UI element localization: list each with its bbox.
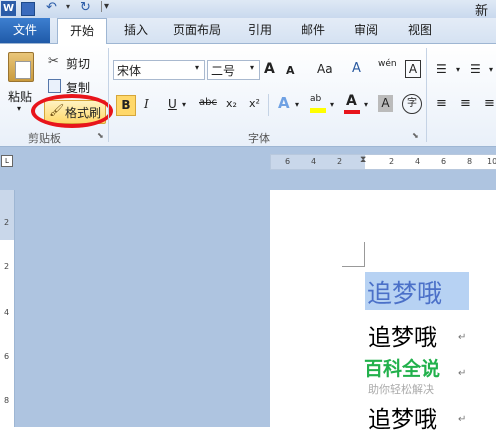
- clear-format-icon[interactable]: A: [352, 61, 361, 76]
- ruler-tick: 6: [4, 352, 10, 361]
- bullets-icon[interactable]: ☰: [436, 62, 447, 76]
- doc-line-1[interactable]: 追梦哦: [367, 274, 442, 310]
- tab-home[interactable]: 开始: [57, 18, 107, 44]
- ruler-tick: 2: [4, 262, 10, 271]
- strikethrough-button[interactable]: abc: [199, 97, 217, 108]
- ruler-tick: 2: [4, 218, 10, 227]
- font-color-icon[interactable]: A: [343, 93, 361, 115]
- undo-dropdown-icon[interactable]: ▾: [66, 2, 70, 11]
- char-border-icon[interactable]: A: [405, 60, 421, 78]
- undo-icon[interactable]: ↶: [46, 0, 57, 15]
- font-size-dropdown-icon[interactable]: ▾: [250, 63, 254, 72]
- font-color-dropdown-icon[interactable]: ▾: [364, 100, 368, 109]
- tab-insert[interactable]: 插入: [116, 18, 156, 43]
- ruler-tick: 2: [389, 157, 395, 166]
- watermark-title: 百科全说: [364, 358, 441, 380]
- cut-icon[interactable]: ✂: [48, 54, 59, 69]
- highlight-color-icon[interactable]: ab: [308, 94, 328, 114]
- font-name-select[interactable]: 宋体: [113, 60, 205, 80]
- align-left-icon[interactable]: ≡: [436, 96, 447, 111]
- cut-button[interactable]: 剪切: [66, 55, 90, 72]
- tab-mailings[interactable]: 邮件: [293, 18, 333, 43]
- shrink-font-icon[interactable]: A: [286, 64, 295, 77]
- tab-references[interactable]: 引用: [240, 18, 280, 43]
- highlight-dropdown-icon[interactable]: ▾: [330, 100, 334, 109]
- font-separator: [268, 94, 269, 116]
- annotation-ellipse: [31, 94, 113, 128]
- numbering-dropdown-icon[interactable]: ▾: [489, 65, 493, 74]
- grow-font-icon[interactable]: A: [264, 61, 275, 77]
- align-right-icon[interactable]: ≡: [484, 96, 495, 111]
- doc-line-2[interactable]: 追梦哦: [368, 318, 437, 352]
- word-icon[interactable]: W: [1, 1, 16, 16]
- indent-marker-icon[interactable]: ⧗: [360, 155, 366, 165]
- numbering-icon[interactable]: ☰: [470, 62, 481, 76]
- ruler-tick: 2: [337, 157, 343, 166]
- subscript-button[interactable]: x₂: [226, 97, 237, 110]
- font-group-label: 字体: [248, 132, 270, 145]
- group-separator: [426, 48, 427, 142]
- window-title: 新: [475, 4, 489, 19]
- doc-line-3[interactable]: 追梦哦: [368, 400, 437, 434]
- redo-icon[interactable]: ↻: [80, 0, 91, 15]
- ruler-margin: [0, 190, 14, 240]
- paste-button[interactable]: 粘贴: [8, 88, 32, 105]
- text-effects-icon[interactable]: A: [278, 94, 290, 112]
- superscript-button[interactable]: x²: [249, 97, 260, 110]
- ruler-tick: 8: [467, 157, 473, 166]
- text-effects-dropdown-icon[interactable]: ▾: [295, 100, 299, 109]
- tab-file[interactable]: 文件: [0, 18, 50, 43]
- watermark-subtitle: 助你轻松解决: [368, 383, 434, 396]
- italic-button[interactable]: I: [144, 97, 149, 111]
- phonetic-guide-icon[interactable]: wén: [378, 59, 397, 69]
- title-bar: W ↶ ▾ ↻ ▾ 新: [0, 0, 496, 19]
- ruler-tick: 6: [441, 157, 447, 166]
- copy-icon[interactable]: [48, 79, 61, 93]
- bold-button[interactable]: B: [116, 95, 136, 116]
- underline-button[interactable]: U: [168, 97, 177, 111]
- ribbon-tab-bar: 文件 开始 插入 页面布局 引用 邮件 审阅 视图: [0, 18, 496, 44]
- group-separator: [108, 48, 109, 142]
- quick-access-menu-icon[interactable]: ▾: [101, 1, 109, 12]
- align-center-icon[interactable]: ≡: [460, 96, 471, 111]
- vertical-ruler[interactable]: 2 2 4 6 8: [0, 190, 15, 427]
- tab-review[interactable]: 审阅: [346, 18, 386, 43]
- paragraph-mark-icon: ↵: [458, 368, 467, 379]
- paragraph-mark-icon: ↵: [458, 332, 467, 343]
- ruler-tick: 4: [4, 308, 10, 317]
- horizontal-ruler[interactable]: 6 4 2 ⧗ 2 4 6 8 10: [270, 154, 496, 170]
- enclose-char-icon[interactable]: 字: [402, 94, 422, 114]
- ruler-tick: 10: [487, 157, 496, 166]
- ruler-tick: 8: [4, 396, 10, 405]
- font-name-dropdown-icon[interactable]: ▾: [195, 63, 199, 72]
- underline-dropdown-icon[interactable]: ▾: [182, 100, 186, 109]
- ruler-tick: 4: [311, 157, 317, 166]
- ruler-tick: 4: [415, 157, 421, 166]
- margin-corner-mark: [342, 242, 365, 267]
- ruler-toggle-icon[interactable]: L: [1, 155, 13, 167]
- change-case-icon[interactable]: Aa: [317, 62, 333, 76]
- paragraph-mark-icon: ↵: [458, 414, 467, 425]
- tab-page-layout[interactable]: 页面布局: [166, 18, 228, 43]
- clipboard-launcher-icon[interactable]: ⬊: [97, 131, 104, 140]
- save-icon[interactable]: [21, 2, 35, 16]
- clipboard-group-label: 剪贴板: [28, 132, 61, 145]
- ruler-tick: 6: [285, 157, 291, 166]
- bullets-dropdown-icon[interactable]: ▾: [456, 65, 460, 74]
- tab-view[interactable]: 视图: [400, 18, 440, 43]
- ribbon-home: 粘贴 ▾ ✂ 剪切 复制 🖌 格式刷 剪贴板 ⬊ 宋体 ▾ 二号 ▾ A A A…: [0, 44, 496, 147]
- document-page[interactable]: 追梦哦 追梦哦 ↵ 百科全说 ↵ 助你轻松解决 追梦哦 ↵: [270, 190, 496, 433]
- paste-icon[interactable]: [8, 52, 34, 82]
- font-launcher-icon[interactable]: ⬊: [412, 131, 419, 140]
- char-shading-icon[interactable]: A: [378, 95, 393, 112]
- paste-dropdown-icon[interactable]: ▾: [17, 104, 21, 113]
